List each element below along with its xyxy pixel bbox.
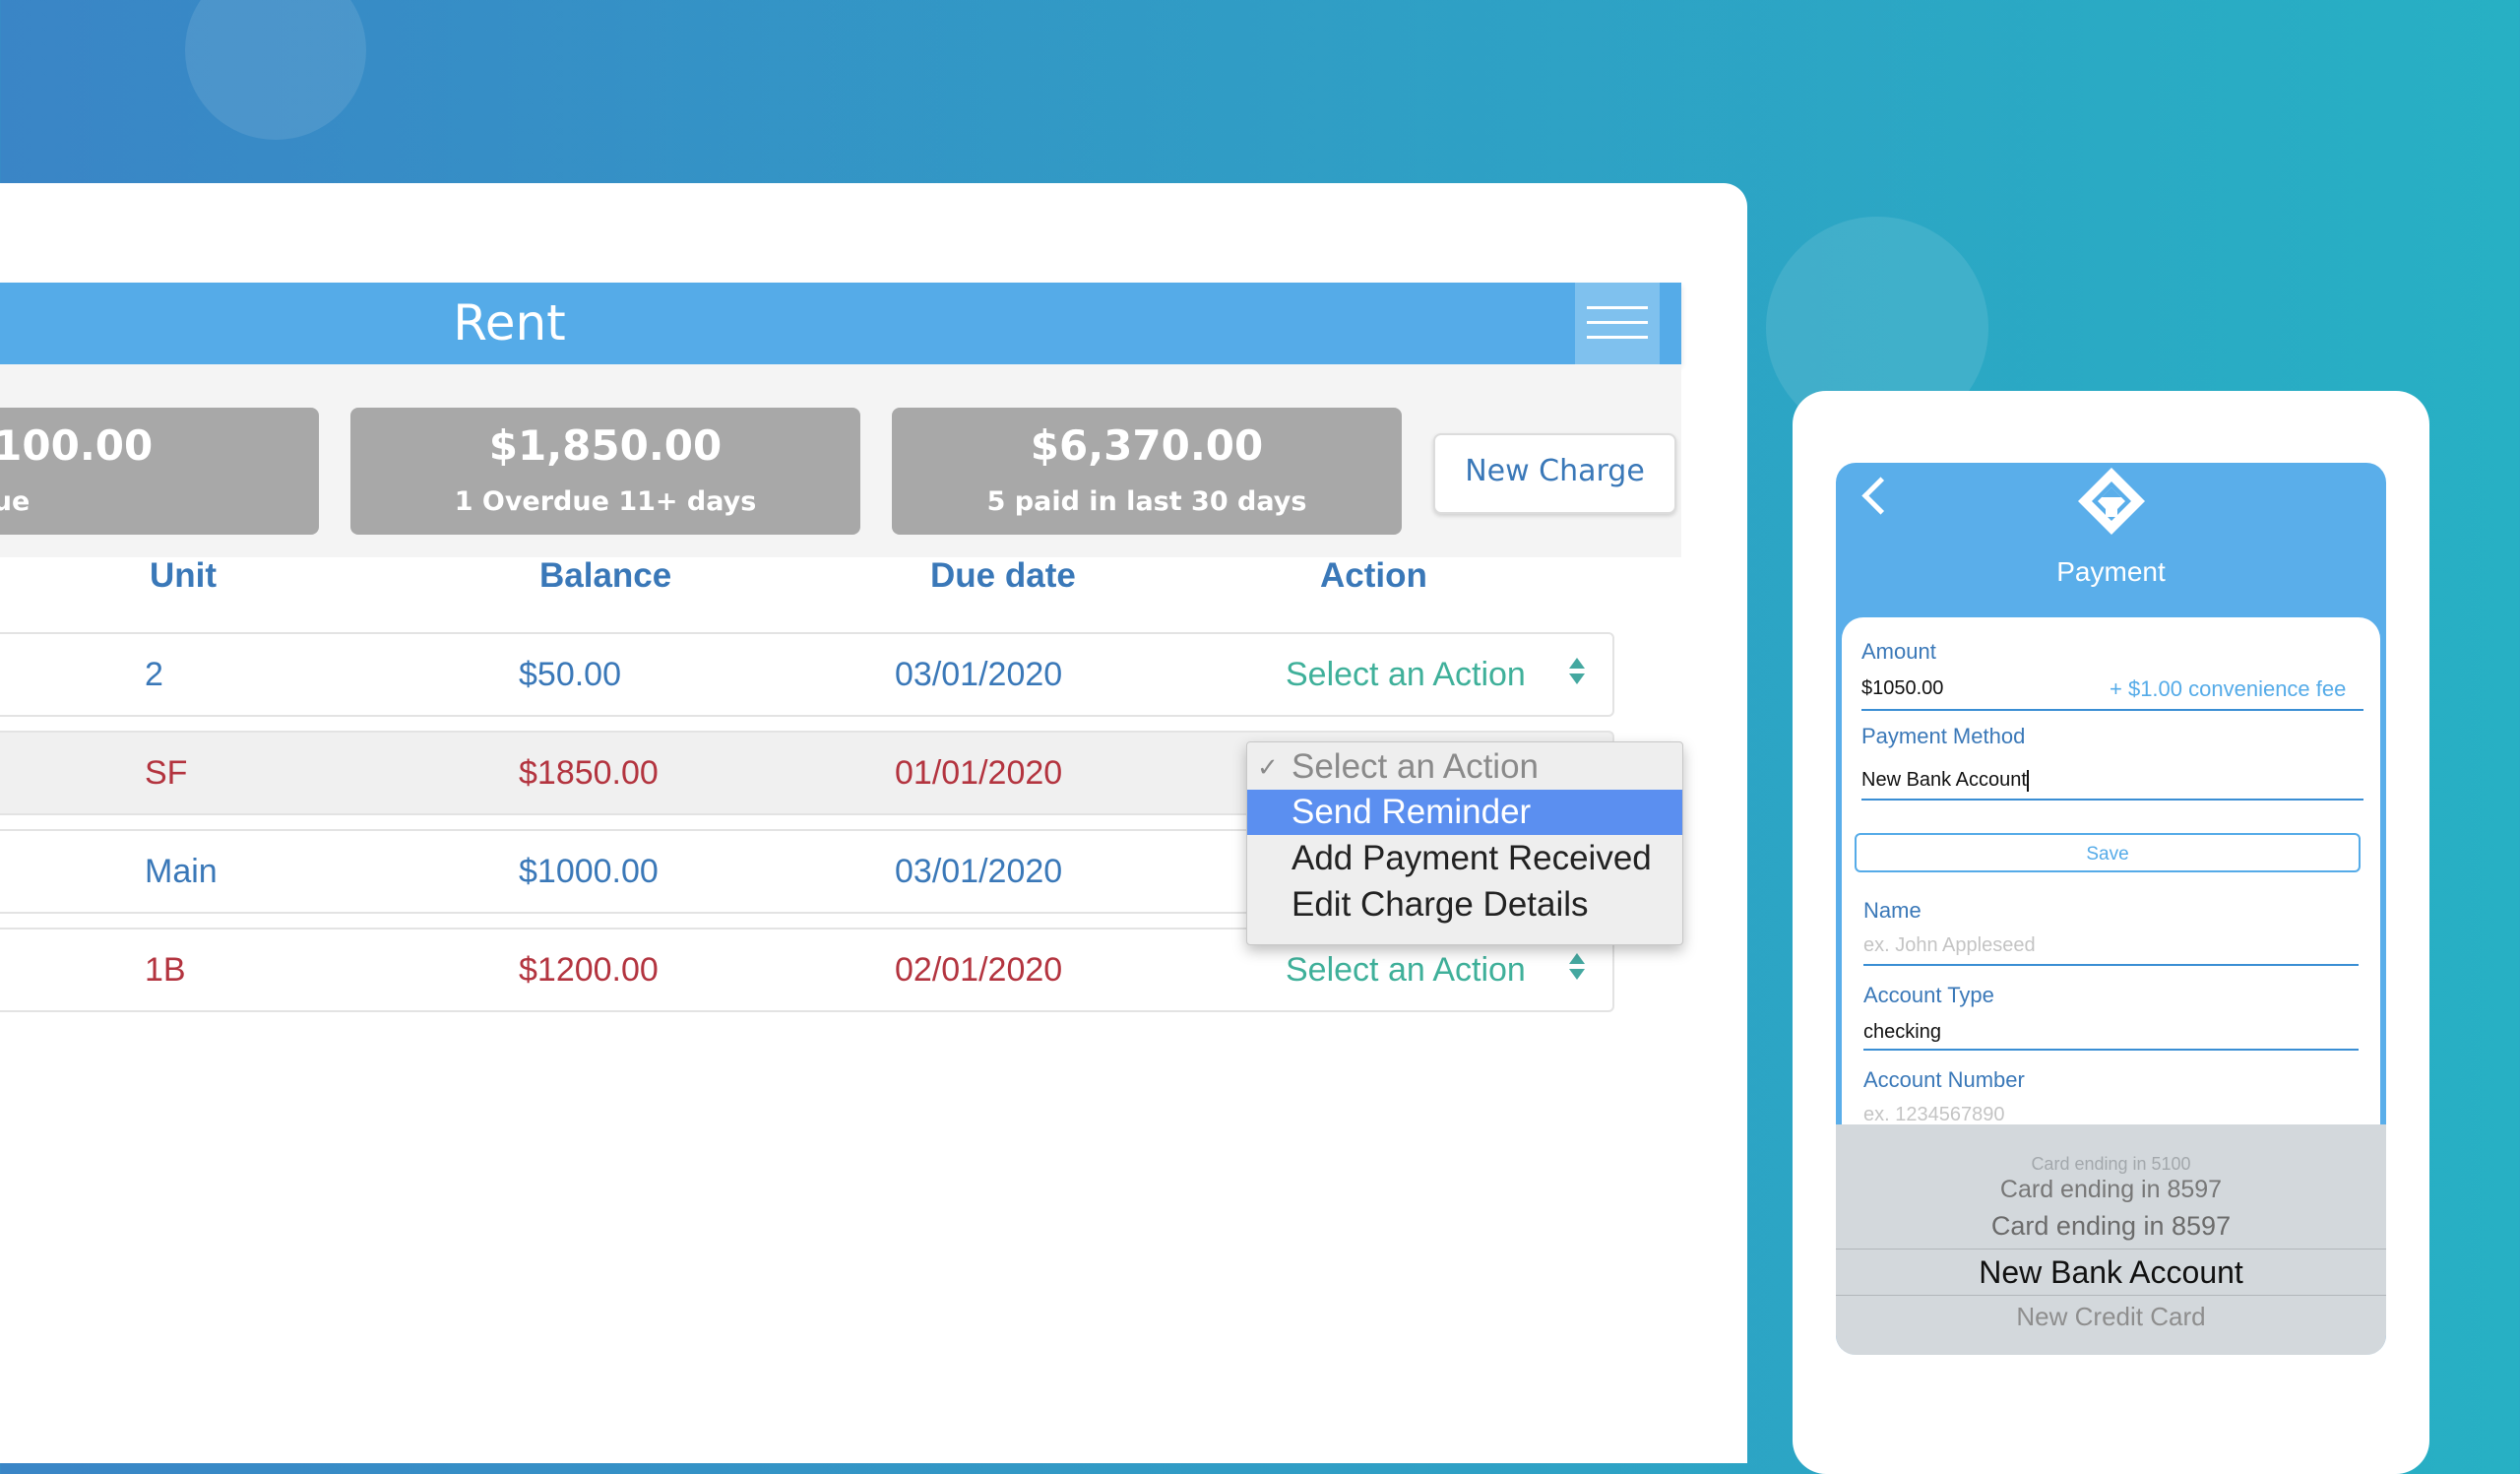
cell-balance: $1000.00 [519,853,659,890]
account-type-label: Account Type [1863,983,1994,1007]
account-type-field[interactable]: checking [1863,1021,1941,1044]
save-button[interactable]: Save [1855,833,2361,872]
cell-unit: 2 [145,656,163,693]
page-title: Rent [453,294,566,352]
column-header-balance: Balance [539,556,672,595]
stat-amount: $6,370.00 [1030,421,1264,470]
stat-card-paid[interactable]: $6,370.00 5 paid in last 30 days [892,408,1402,535]
action-select[interactable]: Select an Action [1286,951,1526,990]
new-charge-button[interactable]: New Charge [1433,433,1676,514]
amount-field[interactable]: $1050.00 [1861,677,1943,700]
stat-caption: 1 Overdue 11+ days [454,486,757,517]
picker-option[interactable]: Card ending in 8597 [1836,1176,2386,1204]
stat-caption: 5 paid in last 30 days [986,486,1307,517]
phone-screen: Payment Amount $1050.00 + $1.00 convenie… [1836,463,2386,1355]
text-cursor [2026,769,2029,792]
select-arrows-icon [1567,953,1587,980]
dropdown-option-send-reminder[interactable]: Send Reminder [1247,790,1682,835]
app-logo-icon [2078,468,2145,535]
name-underline [1863,964,2359,966]
cell-due-date: 03/01/2020 [895,656,1063,693]
account-type-underline [1863,1049,2359,1051]
picker-option[interactable]: Card ending in 8597 [1836,1211,2386,1242]
stat-card-due[interactable]: 4,100.00 s due [0,408,319,535]
table-row: 2 $50.00 03/01/2020 Select an Action [0,632,1614,717]
name-label: Name [1863,898,1922,923]
cell-unit: 1B [145,951,186,989]
checkmark-icon: ✓ [1257,752,1279,782]
payment-method-value: New Bank Account [1861,769,2027,791]
menu-icon [1587,336,1648,339]
select-arrows-icon [1567,658,1587,684]
app-header: Rent [0,283,1681,364]
menu-icon [1587,306,1648,309]
stat-caption: s due [0,486,31,517]
cell-due-date: 02/01/2020 [895,951,1063,989]
column-header-unit: Unit [150,556,218,595]
account-number-label: Account Number [1863,1067,2025,1092]
picker-option[interactable]: New Credit Card [1836,1302,2386,1332]
dropdown-option-add-payment[interactable]: Add Payment Received [1247,836,1682,881]
cell-balance: $50.00 [519,656,621,693]
column-header-due-date: Due date [930,556,1076,595]
payment-title: Payment [2056,556,2166,587]
action-dropdown-menu: ✓ Select an Action Send Reminder Add Pay… [1246,741,1683,945]
account-number-field[interactable]: ex. 1234567890 [1863,1104,2004,1126]
dropdown-option-edit-charge[interactable]: Edit Charge Details [1247,882,1682,928]
stat-amount: $1,850.00 [488,421,723,470]
decorative-circle [185,0,366,140]
stat-card-overdue[interactable]: $1,850.00 1 Overdue 11+ days [350,408,860,535]
amount-underline [1861,709,2363,711]
cell-balance: $1850.00 [519,754,659,792]
dropdown-option-label: Select an Action [1292,747,1539,786]
payment-method-field[interactable]: New Bank Account [1861,769,2029,792]
cell-balance: $1200.00 [519,951,659,989]
payment-method-picker[interactable]: Card ending in 5100 Card ending in 8597 … [1836,1124,2386,1355]
dropdown-option-select-action[interactable]: ✓ Select an Action [1247,744,1682,790]
name-field[interactable]: ex. John Appleseed [1863,934,2036,957]
picker-option-selected[interactable]: New Bank Account [1836,1249,2386,1296]
picker-option[interactable]: Card ending in 5100 [1836,1154,2386,1175]
payment-method-underline [1861,799,2363,801]
cell-unit: Main [145,853,218,890]
stat-amount: 4,100.00 [0,421,154,470]
cell-due-date: 03/01/2020 [895,853,1063,890]
convenience-fee-note: + $1.00 convenience fee [2110,676,2347,701]
menu-button[interactable] [1575,283,1660,364]
amount-label: Amount [1861,639,1936,664]
payment-method-label: Payment Method [1861,724,2026,748]
back-chevron-icon[interactable] [1861,477,1900,515]
cell-unit: SF [145,754,188,792]
action-select[interactable]: Select an Action [1286,656,1526,694]
column-header-action: Action [1320,556,1427,595]
cell-due-date: 01/01/2020 [895,754,1063,792]
menu-icon [1587,321,1648,324]
